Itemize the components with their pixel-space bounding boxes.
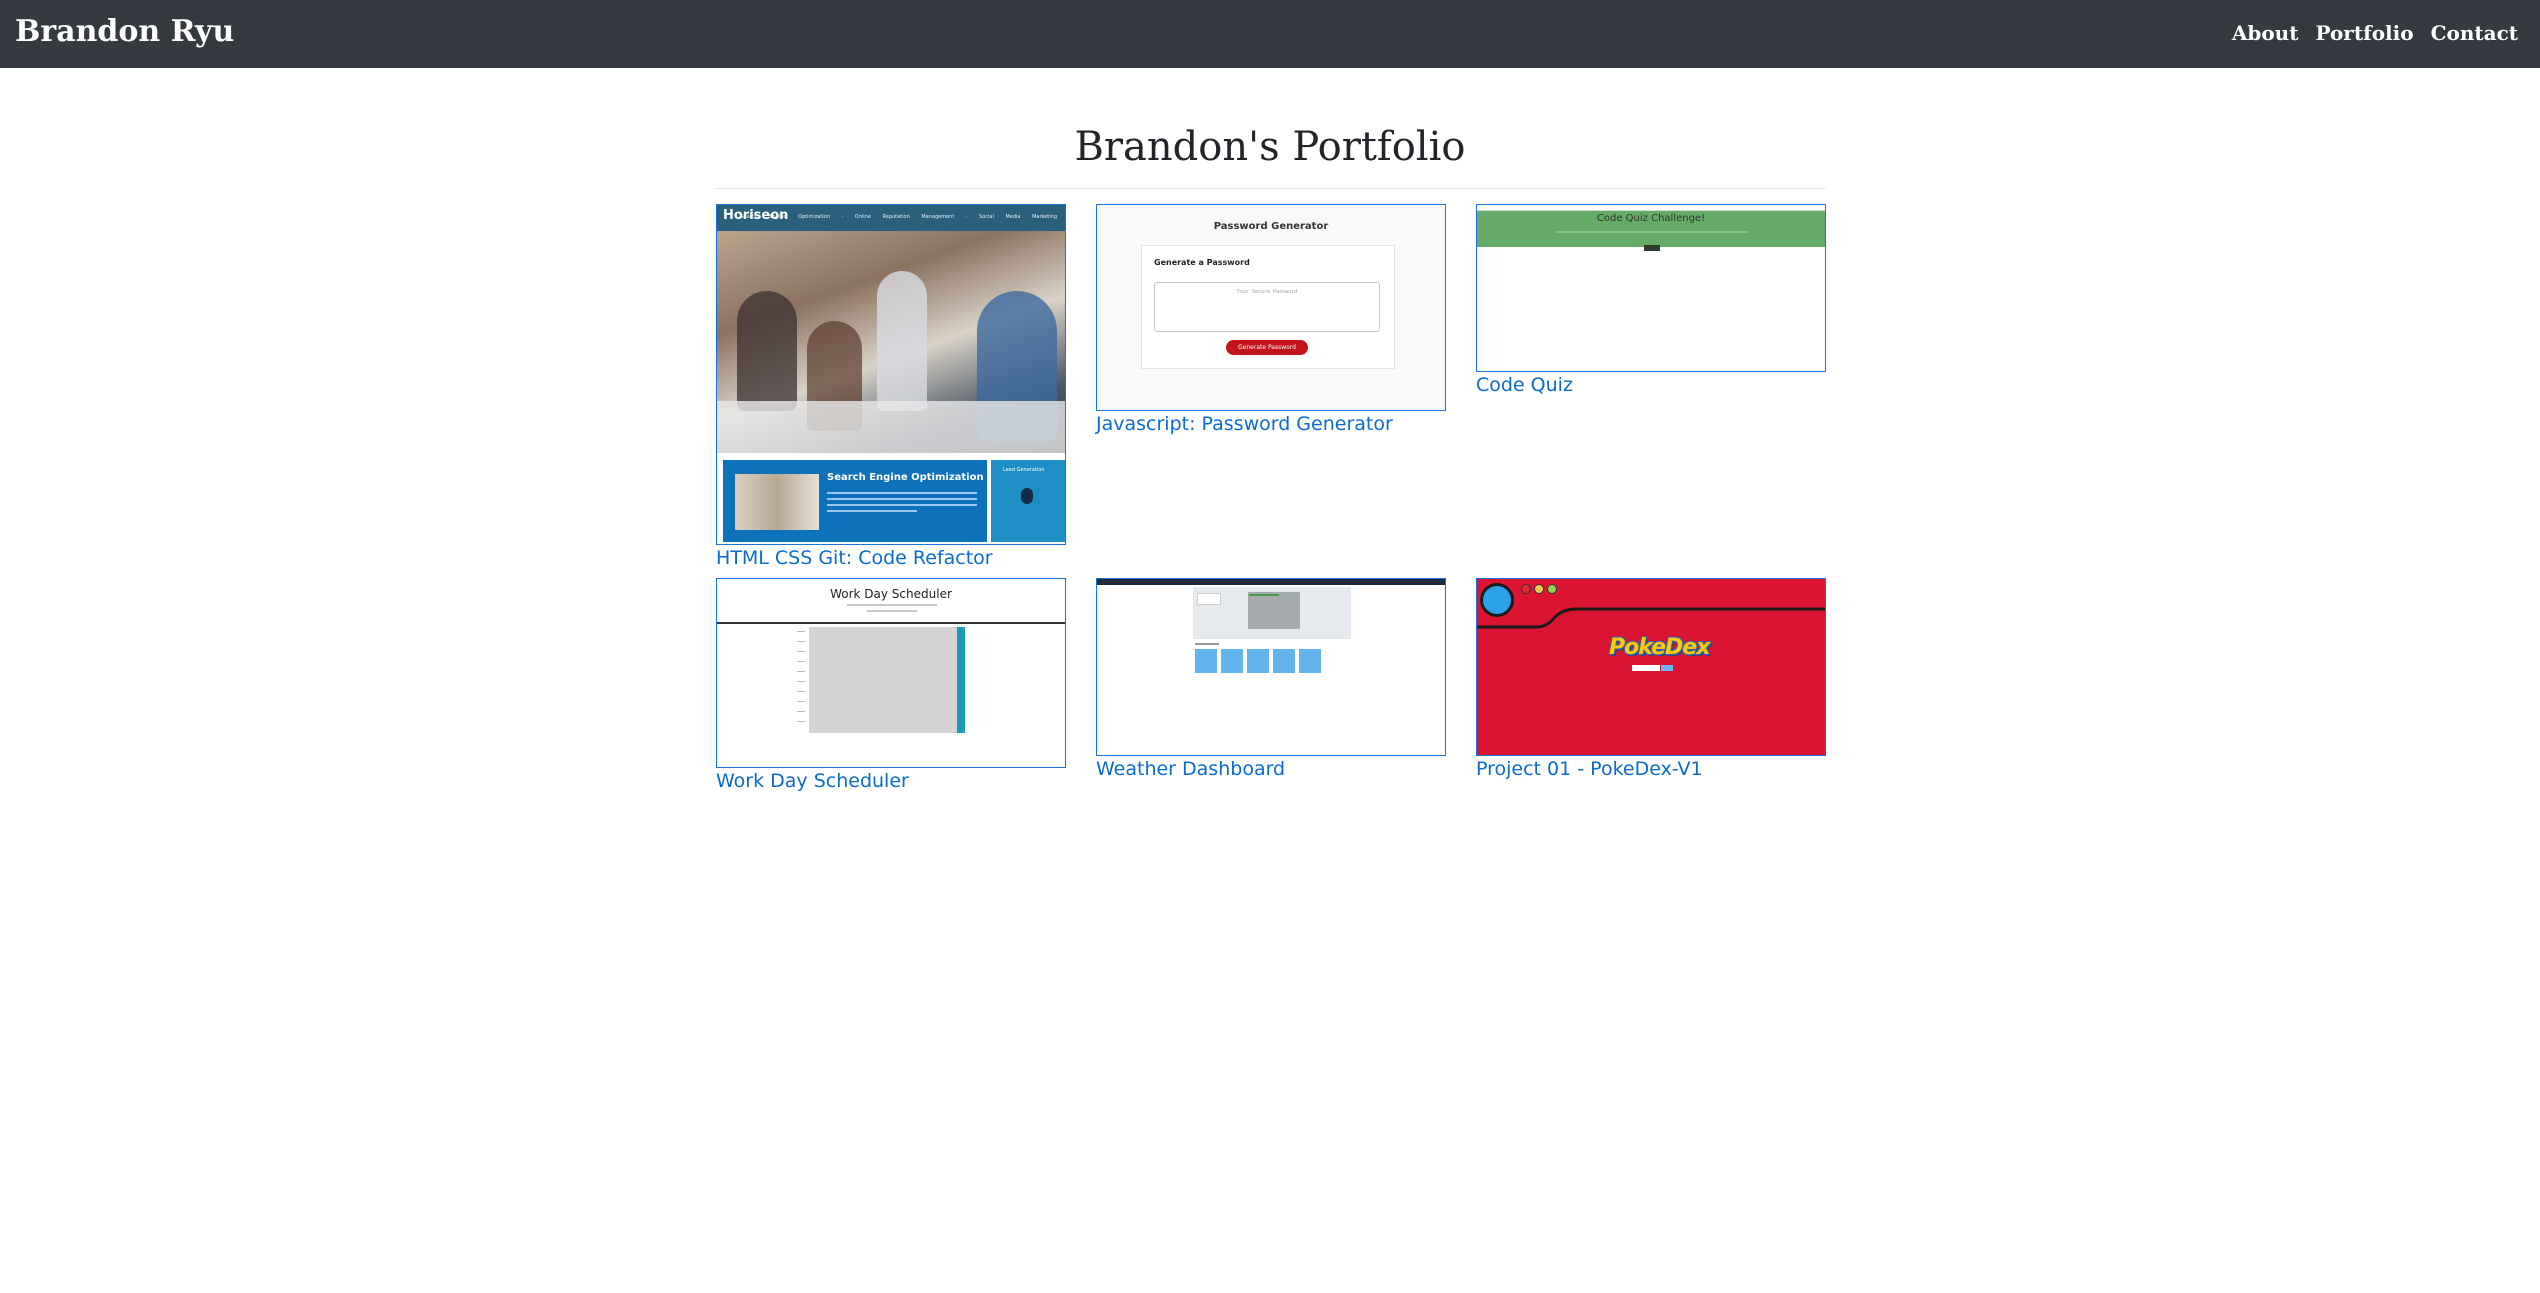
seo-section: Search Engine Optimization: [723, 460, 987, 542]
project-link-password-generator[interactable]: Javascript: Password Generator: [1096, 412, 1393, 436]
project-link-code-quiz[interactable]: Code Quiz: [1476, 373, 1573, 397]
seo-image: [735, 474, 819, 530]
top-navbar: Brandon Ryu About Portfolio Contact: [0, 0, 2540, 68]
brand-logo-link[interactable]: Brandon Ryu: [15, 10, 234, 54]
pokedex-lens-icon: [1480, 583, 1514, 617]
password-placeholder: Your Secure Password: [1236, 289, 1298, 295]
yellow-light-icon: [1534, 584, 1544, 594]
seo-title: Search Engine Optimization: [827, 472, 984, 483]
thumb-title: Password Generator: [1213, 221, 1329, 232]
thumb-card-title: Generate a Password: [1154, 258, 1250, 267]
project-thumbnail-pokedex[interactable]: PokeDex: [1476, 578, 1826, 756]
project-link-code-refactor[interactable]: HTML CSS Git: Code Refactor: [716, 546, 993, 570]
project-thumbnail-weather-dashboard[interactable]: [1096, 578, 1446, 756]
project-thumbnail-work-day-scheduler[interactable]: Work Day Scheduler: [716, 578, 1066, 768]
lead-title: Lead Generation: [1003, 467, 1045, 473]
pokedex-logo: PokeDex: [1609, 635, 1710, 660]
red-light-icon: [1521, 584, 1531, 594]
pokemon-search-button: [1661, 665, 1673, 671]
thumb-header: [1097, 579, 1445, 585]
project-thumbnail-code-refactor[interactable]: Horiseon Search Engine Optimization · On…: [716, 204, 1066, 545]
time-blocks: [809, 627, 957, 733]
thumb-title: Code Quiz Challenge!: [1596, 213, 1706, 224]
search-box: [1197, 593, 1221, 605]
generate-password-button: Generate Password: [1226, 340, 1308, 355]
quiz-header-band: Code Quiz Challenge!: [1477, 211, 1825, 251]
thumb-nav: Search Engine Optimization · Online Repu…: [740, 214, 1057, 220]
forecast-day: [1299, 649, 1321, 673]
title-divider: [716, 188, 1826, 189]
nav-about-link[interactable]: About: [2232, 16, 2299, 50]
forecast-day: [1221, 649, 1243, 673]
current-weather: [1248, 592, 1300, 629]
thumb-title: Work Day Scheduler: [830, 587, 952, 601]
password-textarea: Your Secure Password: [1154, 282, 1380, 332]
nav-links: About Portfolio Contact: [2232, 16, 2518, 50]
page-title: Brandon's Portfolio: [1074, 124, 1466, 170]
save-column: [957, 627, 965, 733]
key-icon: [1021, 488, 1033, 504]
project-link-weather-dashboard[interactable]: Weather Dashboard: [1096, 757, 1285, 781]
thumb-card: Generate a Password Your Secure Password…: [1141, 245, 1395, 369]
forecast-day: [1247, 649, 1269, 673]
lead-generation-section: Lead Generation: [991, 460, 1065, 542]
thumb-header: Horiseon Search Engine Optimization · On…: [717, 205, 1065, 231]
nav-portfolio-link[interactable]: Portfolio: [2315, 16, 2413, 50]
team-photo: [717, 231, 1065, 453]
pokemon-search-input: [1632, 665, 1660, 671]
green-light-icon: [1547, 584, 1557, 594]
forecast-day: [1195, 649, 1217, 673]
project-thumbnail-password-generator[interactable]: Password Generator Generate a Password Y…: [1096, 204, 1446, 411]
start-button: [1644, 245, 1660, 251]
project-thumbnail-code-quiz[interactable]: Code Quiz Challenge!: [1476, 204, 1826, 372]
project-link-work-day-scheduler[interactable]: Work Day Scheduler: [716, 769, 909, 793]
nav-contact-link[interactable]: Contact: [2431, 16, 2518, 50]
forecast-day: [1273, 649, 1295, 673]
project-link-pokedex[interactable]: Project 01 - PokeDex-V1: [1476, 757, 1703, 781]
